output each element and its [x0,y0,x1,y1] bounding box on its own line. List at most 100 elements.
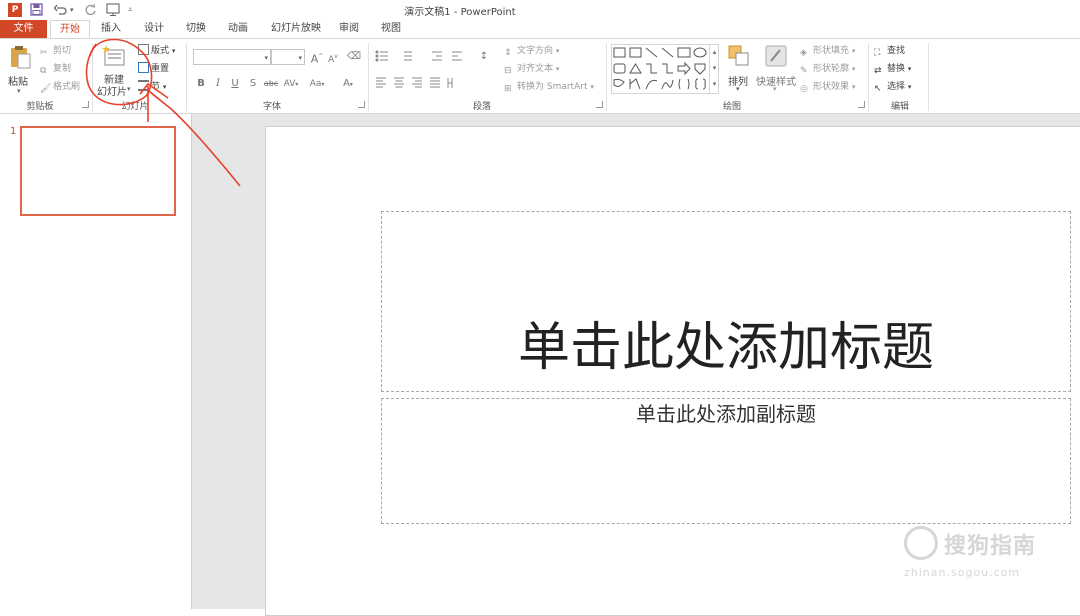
new-slide-button[interactable]: 新建 幻灯片 ▾ [96,43,132,98]
subtitle-placeholder-text[interactable]: 单击此处添加副标题 [382,401,1070,427]
ribbon: 粘贴 ▾ ✂ 剪切 ⧉ 复制 🖌 格式刷 剪贴板 新建 幻灯片 ▾ 版式 ▾ 重置 节… [0,38,1080,114]
underline-button[interactable]: U [227,76,243,92]
paragraph-list-buttons[interactable] [374,49,472,63]
tab-review[interactable]: 审阅 [334,20,364,38]
line-spacing-icon[interactable]: ↕ [476,49,492,65]
shrink-font-button[interactable]: Av [325,49,341,65]
clear-formatting-icon[interactable]: ⌫ [346,49,362,65]
watermark-url: zhinan.sogou.com [904,566,1021,579]
shape-fill-label: 形状填充 [813,46,850,56]
arrange-icon [728,45,749,66]
group-label-editing: 编辑 [890,102,909,112]
tab-design[interactable]: 设计 [136,20,172,38]
window-title: 演示文稿1 - PowerPoint [404,7,516,18]
arrange-button[interactable]: 排列 ▾ [726,43,752,99]
font-color-button[interactable]: A▾ [338,76,358,92]
shape-effects-label: 形状效果 [813,82,850,92]
strikethrough-button[interactable]: abc [262,76,280,92]
new-slide-icon [102,45,125,66]
slide-thumbnail[interactable] [20,126,176,216]
cut-button[interactable]: ✂ 剪切 [40,43,71,59]
convert-smartart-button[interactable]: ⊞ 转换为 SmartArt ▾ [504,79,594,95]
layout-label: 版式 [151,46,170,56]
align-text-icon: ⊟ [504,66,512,76]
font-size-combobox[interactable]: ▾ [271,49,305,65]
title-bar: P ▾ ⩡ 演示文稿1 - PowerPoint [0,0,1080,20]
tab-home[interactable]: 开始 [50,20,90,38]
align-text-dropdown-icon: ▾ [555,65,560,73]
tab-transitions[interactable]: 切换 [178,20,214,38]
group-divider [186,43,187,111]
tab-view[interactable]: 视图 [376,20,406,38]
shape-effects-button[interactable]: ◎ 形状效果 ▾ [800,79,855,95]
shape-outline-label: 形状轮廓 [813,64,850,74]
grow-font-button[interactable]: A^ [309,49,325,66]
group-label-font: 字体 [262,102,281,112]
text-direction-button[interactable]: ⇕ 文字方向 ▾ [504,43,559,59]
group-divider [928,43,929,111]
layout-button[interactable]: 版式 ▾ [138,43,175,59]
select-dropdown-icon: ▾ [907,83,912,91]
group-label-slides: 幻灯片 [121,102,149,112]
title-placeholder[interactable]: 单击此处添加标题 [381,211,1071,392]
font-launcher-icon[interactable] [358,101,365,108]
paste-icon [11,46,31,69]
shapes-gallery[interactable] [611,44,719,94]
bold-button[interactable]: B [193,76,209,92]
font-name-combobox[interactable]: ▾ [193,49,271,65]
shape-outline-button[interactable]: ✎ 形状轮廓 ▾ [800,61,855,77]
tab-animations[interactable]: 动画 [220,20,256,38]
drawing-launcher-icon[interactable] [858,101,865,108]
select-button[interactable]: ↖ 选择 ▾ [874,79,911,95]
change-case-button[interactable]: Aa▾ [306,76,328,92]
new-slide-dropdown-icon: ▾ [127,85,131,93]
group-label-drawing: 绘图 [722,102,741,112]
replace-icon: ⇄ [874,66,882,76]
format-painter-button[interactable]: 🖌 格式刷 [40,79,80,95]
slide-thumbnail-number: 1 [10,126,17,137]
ribbon-tabs: 文件 开始 插入 设计 切换 动画 幻灯片放映 审阅 视图 [0,20,1080,38]
paragraph-launcher-icon[interactable] [596,101,603,108]
replace-dropdown-icon: ▾ [907,65,912,73]
copy-label: 复制 [53,64,72,74]
paste-button[interactable]: 粘贴 ▾ [6,45,34,95]
shape-outline-dropdown-icon: ▾ [851,65,856,73]
smartart-dropdown-icon: ▾ [590,83,594,91]
tab-insert[interactable]: 插入 [93,20,129,38]
font-color-dropdown-icon: ▾ [349,81,353,88]
alignment-buttons[interactable] [374,76,470,90]
section-icon [138,80,149,91]
cursor-icon: ↖ [874,84,882,94]
clipboard-launcher-icon[interactable] [82,101,89,108]
tab-slideshow[interactable]: 幻灯片放映 [264,20,328,38]
text-direction-icon: ⇕ [504,48,512,58]
slide-thumbnail-pane[interactable]: 1 [0,114,192,609]
find-label: 查找 [887,46,906,56]
copy-button[interactable]: ⧉ 复制 [40,61,71,77]
align-text-button[interactable]: ⊟ 对齐文本 ▾ [504,61,559,77]
change-case-dropdown-icon: ▾ [321,81,325,88]
section-button[interactable]: 节 ▾ [138,79,166,95]
layout-icon [138,44,149,55]
font-color-label: A [343,78,350,89]
shape-fill-button[interactable]: ◈ 形状填充 ▾ [800,43,855,59]
binoculars-icon: ⛶ [874,48,881,58]
shapes-gallery-scroll[interactable]: ▴ ▾ ▾ [709,44,719,94]
character-spacing-button[interactable]: AV▾ [281,76,301,92]
select-label: 选择 [887,82,906,92]
layout-dropdown-icon: ▾ [171,47,176,55]
replace-button[interactable]: ⇄ 替换 ▾ [874,61,911,77]
tab-file[interactable]: 文件 [0,20,47,38]
subtitle-placeholder[interactable]: 单击此处添加副标题 [381,398,1071,524]
group-divider [368,43,369,111]
group-divider [92,43,93,111]
reset-button[interactable]: 重置 [138,61,169,77]
title-placeholder-text[interactable]: 单击此处添加标题 [382,318,1070,378]
italic-button[interactable]: I [210,76,226,92]
pencil-icon: ✎ [800,66,808,76]
quick-styles-button[interactable]: 快速样式 ▾ [756,43,796,99]
shape-effects-dropdown-icon: ▾ [851,83,856,91]
align-text-label: 对齐文本 [517,64,554,74]
find-button[interactable]: ⛶ 查找 [874,43,905,59]
text-shadow-button[interactable]: S [245,76,261,92]
